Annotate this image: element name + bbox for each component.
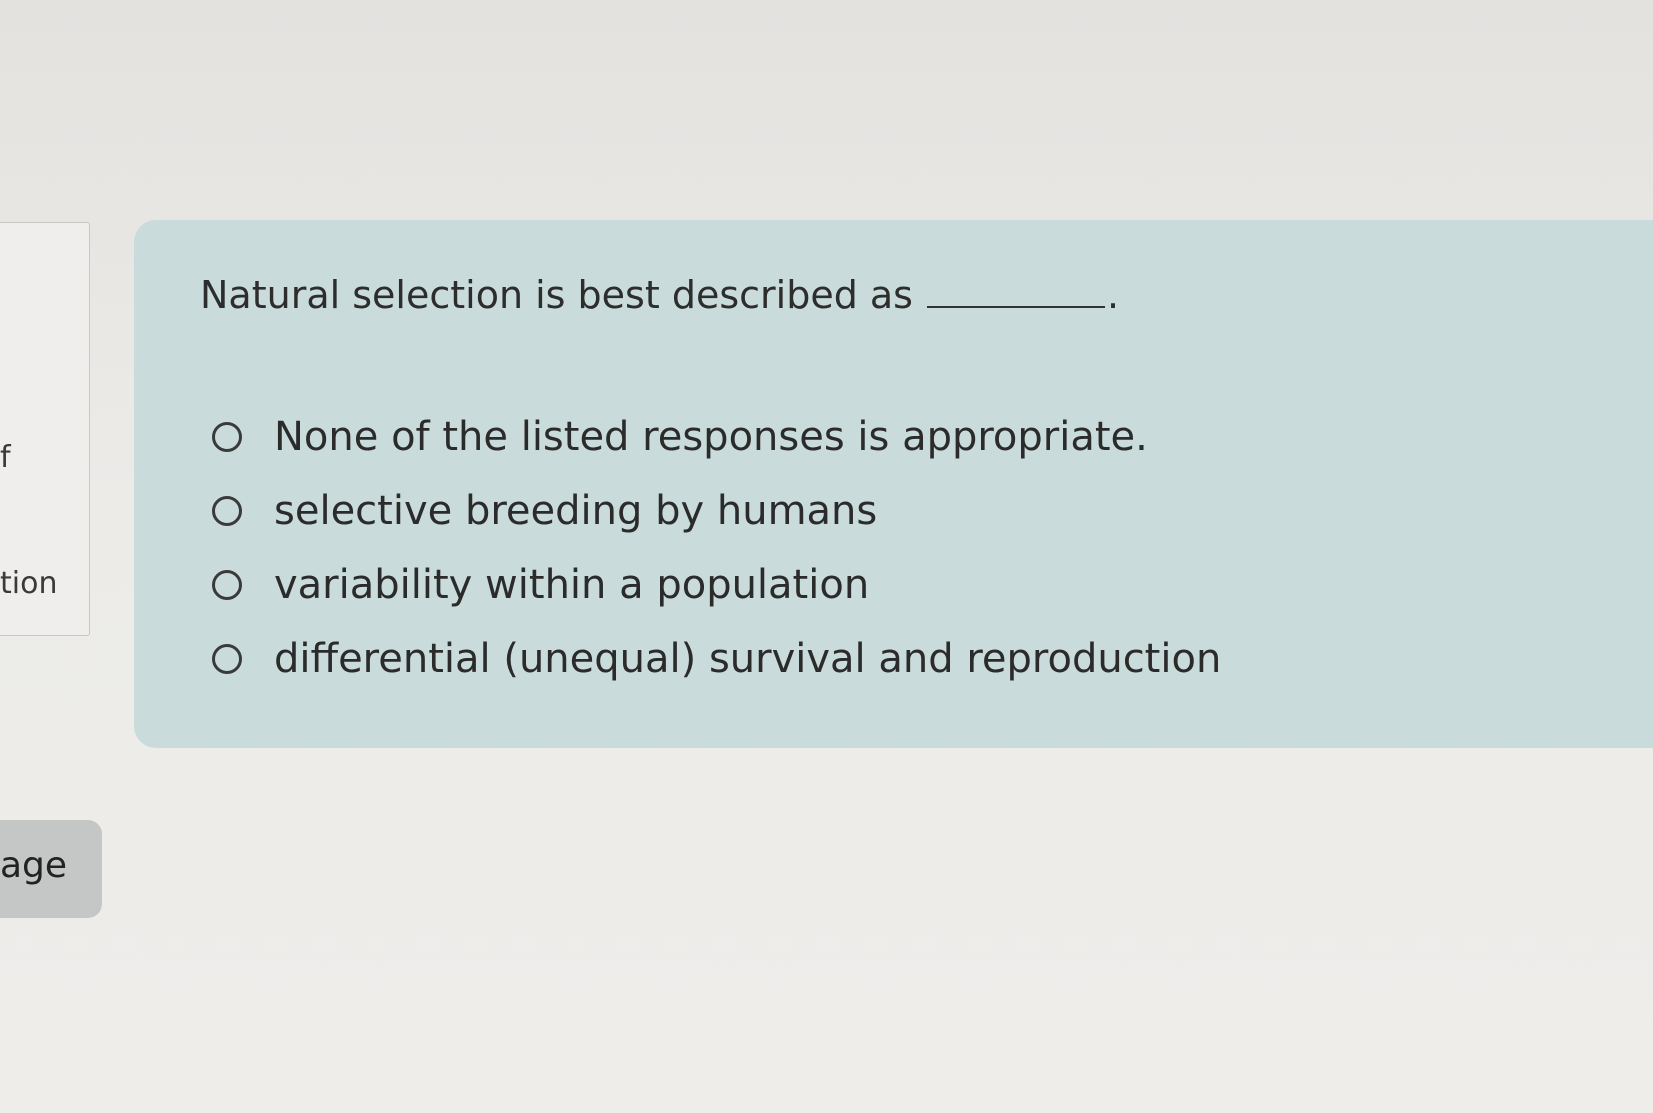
page-button-label: age bbox=[0, 845, 68, 886]
answer-option-label: None of the listed responses is appropri… bbox=[274, 414, 1148, 460]
question-prompt: Natural selection is best described as. bbox=[200, 270, 1119, 318]
radio-button[interactable] bbox=[212, 570, 242, 600]
question-prompt-text: Natural selection is best described as bbox=[200, 273, 913, 317]
answer-blank-period: . bbox=[1106, 273, 1120, 317]
side-panel-fragment-mark: f bbox=[0, 440, 11, 475]
side-panel-fragment-label[interactable]: tion bbox=[0, 566, 57, 602]
answer-option-label: differential (unequal) survival and repr… bbox=[274, 636, 1222, 682]
radio-button[interactable] bbox=[212, 422, 242, 452]
answer-options: None of the listed responses is appropri… bbox=[212, 400, 1221, 696]
answer-blank bbox=[926, 270, 1105, 308]
answer-option[interactable]: differential (unequal) survival and repr… bbox=[212, 622, 1221, 696]
radio-button[interactable] bbox=[212, 496, 242, 526]
radio-button[interactable] bbox=[212, 644, 242, 674]
answer-option[interactable]: variability within a population bbox=[212, 548, 1221, 622]
answer-option-label: variability within a population bbox=[274, 562, 870, 608]
answer-option[interactable]: selective breeding by humans bbox=[212, 474, 1221, 548]
answer-option[interactable]: None of the listed responses is appropri… bbox=[212, 400, 1221, 474]
page-button[interactable]: age bbox=[0, 820, 102, 918]
answer-option-label: selective breeding by humans bbox=[274, 488, 878, 534]
